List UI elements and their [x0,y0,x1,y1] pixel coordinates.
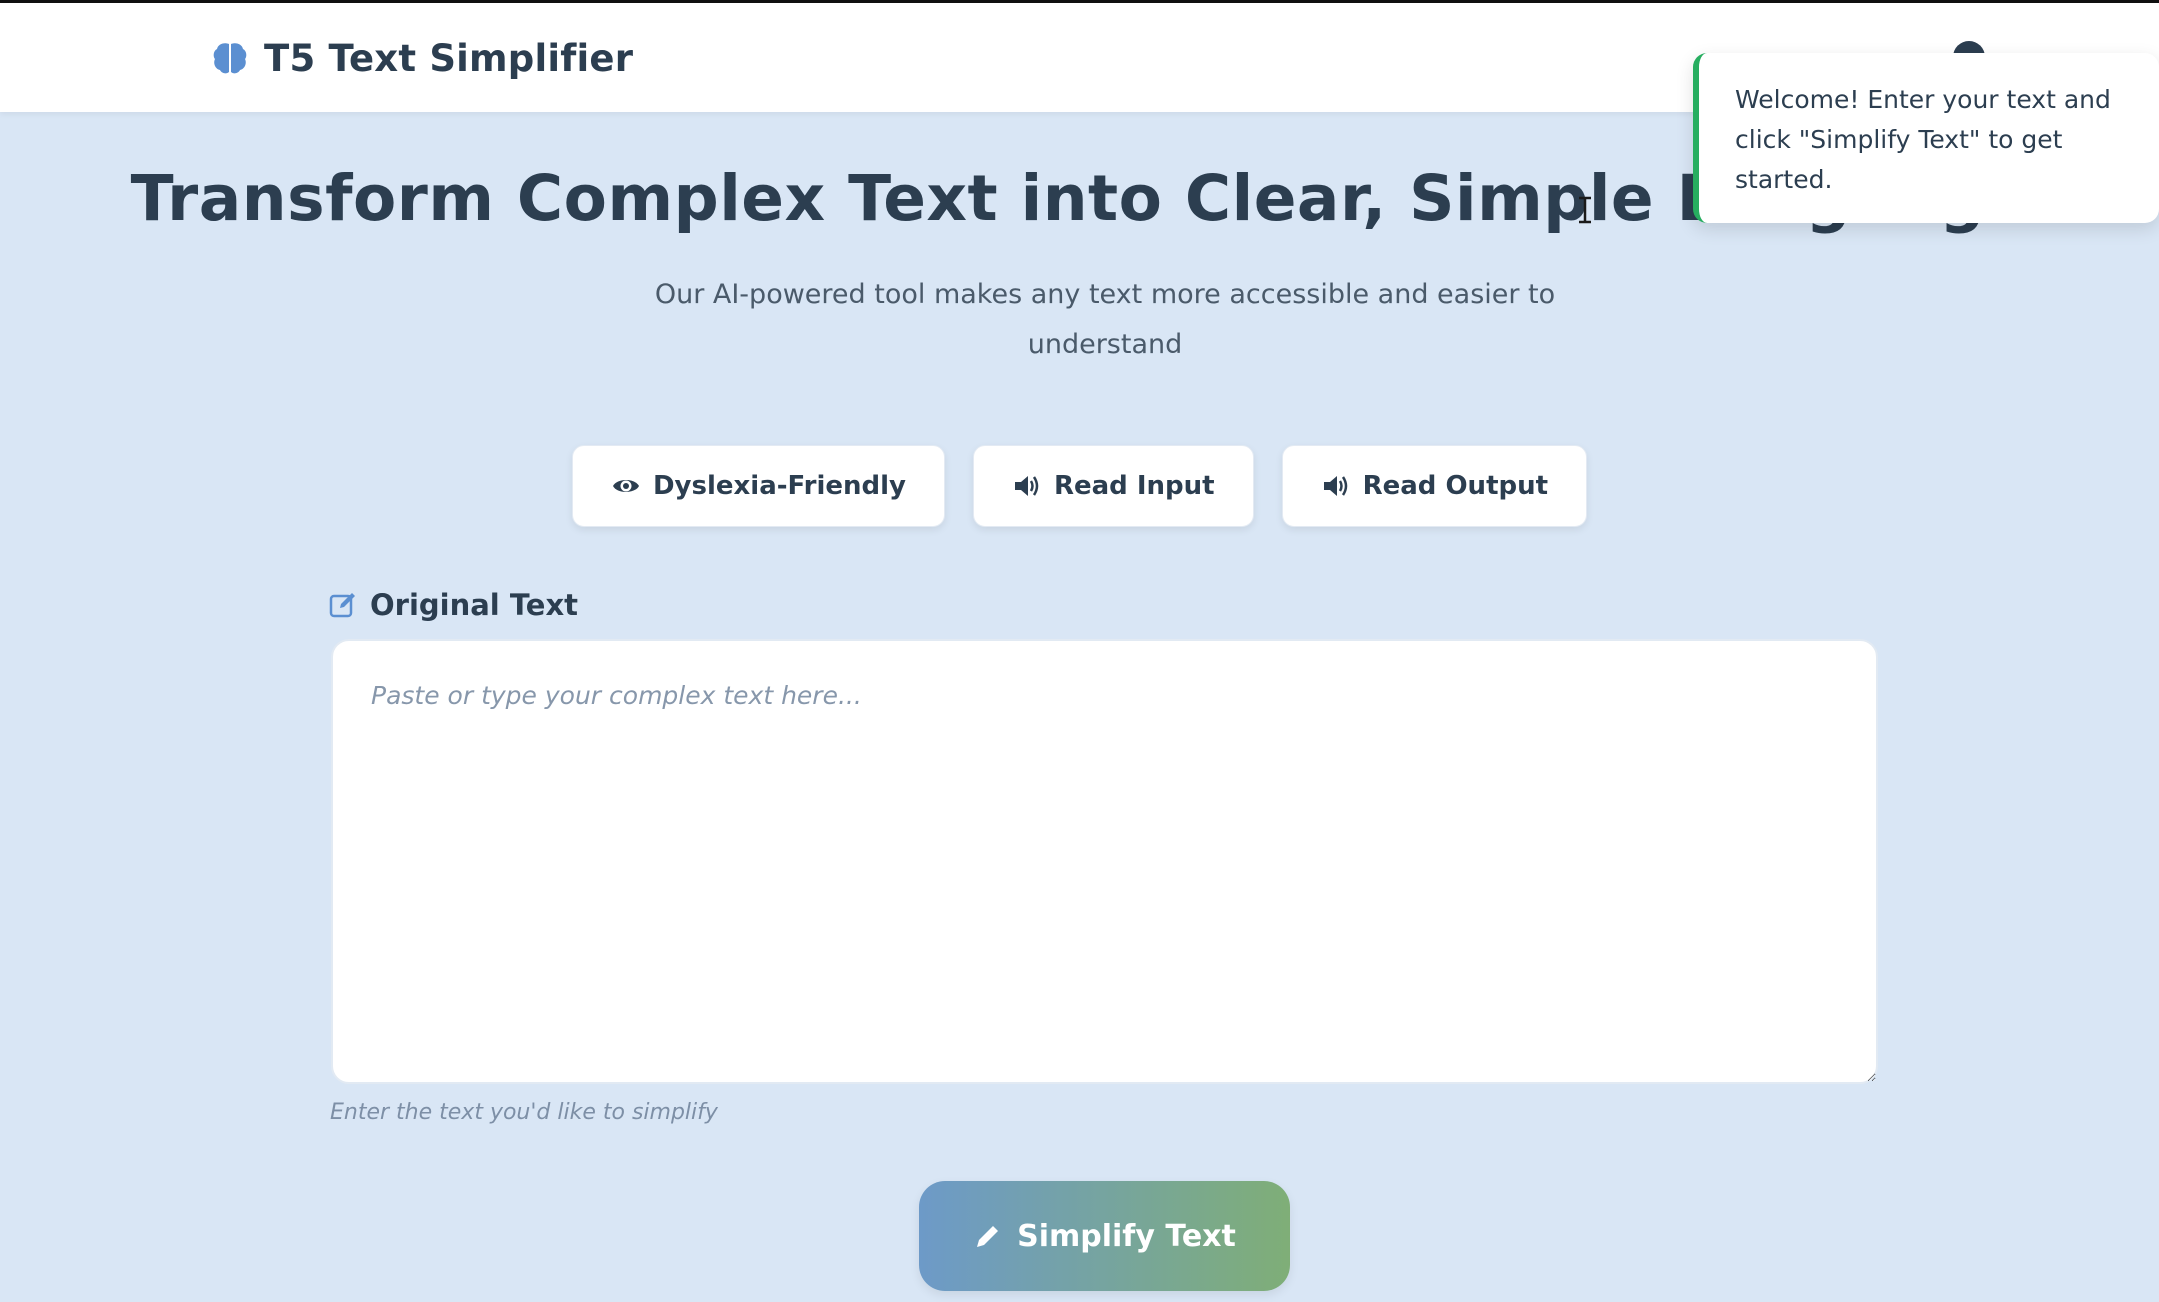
accessibility-toolbar: Dyslexia-Friendly Read Input Read Output [0,445,2159,527]
edit-icon [329,593,355,618]
original-text-label: Original Text [328,585,578,625]
text-cursor-icon [1579,196,1591,224]
brand-title: T5 Text Simplifier [264,36,634,80]
original-text-input[interactable] [331,639,1878,1084]
read-output-label: Read Output [1362,471,1549,501]
read-input-button[interactable]: Read Input [972,445,1254,527]
brand-logo[interactable]: T5 Text Simplifier [210,33,633,83]
original-text-heading: Original Text [370,588,579,622]
speaker-icon [1323,476,1347,496]
speaker-icon [1014,476,1039,496]
eye-icon [612,480,639,492]
dyslexia-friendly-button[interactable]: Dyslexia-Friendly [571,445,945,527]
pencil-icon [977,1226,999,1247]
simplify-text-label: Simplify Text [1017,1218,1236,1254]
welcome-toast: Welcome! Enter your text and click "Simp… [1693,53,2159,223]
brain-icon [213,43,247,74]
page-subtitle: Our AI-powered tool makes any text more … [654,279,1556,360]
dyslexia-friendly-label: Dyslexia-Friendly [652,471,906,501]
toast-message: Welcome! Enter your text and click "Simp… [1735,85,2111,194]
read-output-button[interactable]: Read Output [1281,445,1588,527]
read-input-label: Read Input [1053,471,1215,501]
simplify-text-button[interactable]: Simplify Text [919,1181,1290,1291]
input-hint: Enter the text you'd like to simplify [330,1100,718,1125]
